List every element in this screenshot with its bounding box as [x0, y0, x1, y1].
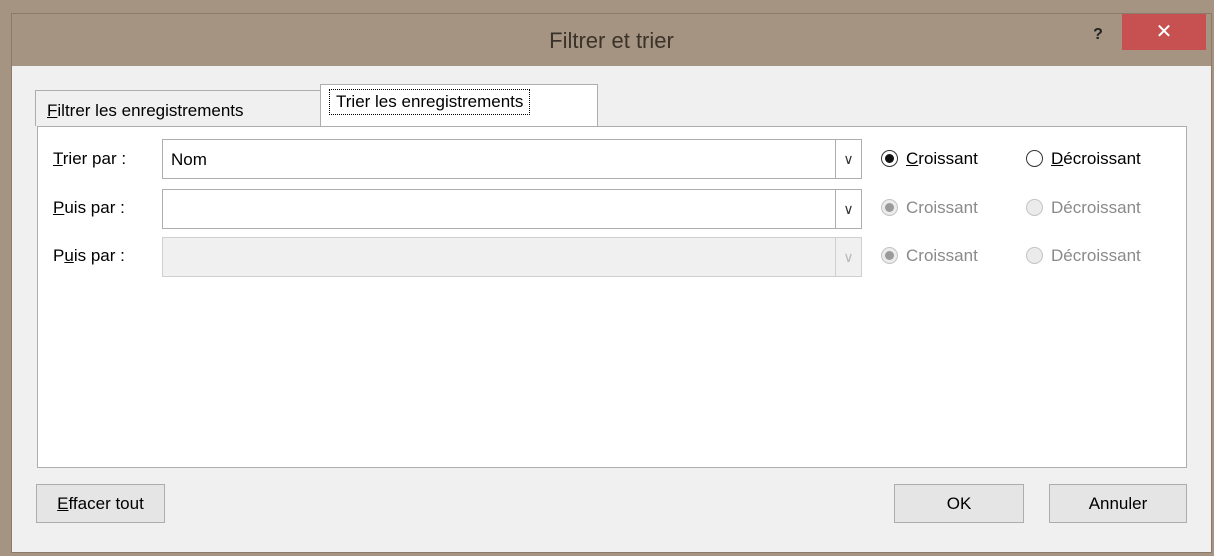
sort-by-select[interactable]: Nom ∨	[162, 139, 862, 179]
sort-by-descending-radio[interactable]: Décroissant	[1026, 147, 1141, 171]
tab-sort-records[interactable]: Trier les enregistrements	[320, 84, 598, 127]
tab-sort-label-prefix: Trier les enre	[336, 92, 436, 111]
tab-sort-label-rest: istrements	[444, 92, 524, 111]
sort-by-value: Nom	[171, 150, 207, 169]
ok-button[interactable]: OK	[894, 484, 1024, 523]
chevron-down-icon[interactable]: ∨	[835, 238, 861, 276]
cancel-button[interactable]: Annuler	[1049, 484, 1187, 523]
tab-filter-label: iltrer les enregistrements	[57, 101, 244, 120]
radio-unchecked-icon	[1026, 247, 1043, 264]
radio-unchecked-icon	[1026, 199, 1043, 216]
then-by-2-ascending-radio[interactable]: Croissant	[881, 244, 978, 268]
tab-filter-mnemonic: F	[47, 101, 58, 120]
then-by-1-ascending-radio[interactable]: Croissant	[881, 196, 978, 220]
tab-filter-records[interactable]: Filtrer les enregistrements	[35, 90, 327, 126]
then-by-1-descending-radio[interactable]: Décroissant	[1026, 196, 1141, 220]
tab-sort-focus: Trier les enregistrements	[329, 89, 531, 115]
help-button[interactable]: ?	[1085, 22, 1111, 48]
sort-panel: Trier par : Nom ∨ Croissant Décroissant …	[37, 126, 1187, 468]
sort-by-ascending-radio[interactable]: Croissant	[881, 147, 978, 171]
close-icon: ✕	[1155, 21, 1173, 43]
radio-checked-icon	[881, 199, 898, 216]
then-by-label-1: Puis par :	[53, 198, 125, 217]
chevron-down-icon[interactable]: ∨	[835, 140, 861, 178]
then-by-select-2[interactable]: ∨	[162, 237, 862, 277]
chevron-down-icon[interactable]: ∨	[835, 190, 861, 228]
dialog-body: Filtrer les enregistrements Trier les en…	[12, 66, 1211, 552]
then-by-label-2: Puis par :	[53, 246, 125, 265]
then-by-2-descending-radio[interactable]: Décroissant	[1026, 244, 1141, 268]
tab-sort-mnemonic: g	[435, 92, 445, 111]
clear-all-button[interactable]: Effacer tout	[36, 484, 165, 523]
then-by-select-1[interactable]: ∨	[162, 189, 862, 229]
radio-checked-icon	[881, 150, 898, 167]
radio-checked-icon	[881, 247, 898, 264]
sort-by-label: Trier par :	[53, 149, 127, 168]
title-bar: Filtrer et trier ? ✕	[12, 14, 1211, 66]
filter-sort-dialog: Filtrer et trier ? ✕ Filtrer les enregis…	[11, 13, 1212, 553]
window-title: Filtrer et trier	[549, 28, 674, 53]
radio-unchecked-icon	[1026, 150, 1043, 167]
close-button[interactable]: ✕	[1122, 14, 1206, 50]
